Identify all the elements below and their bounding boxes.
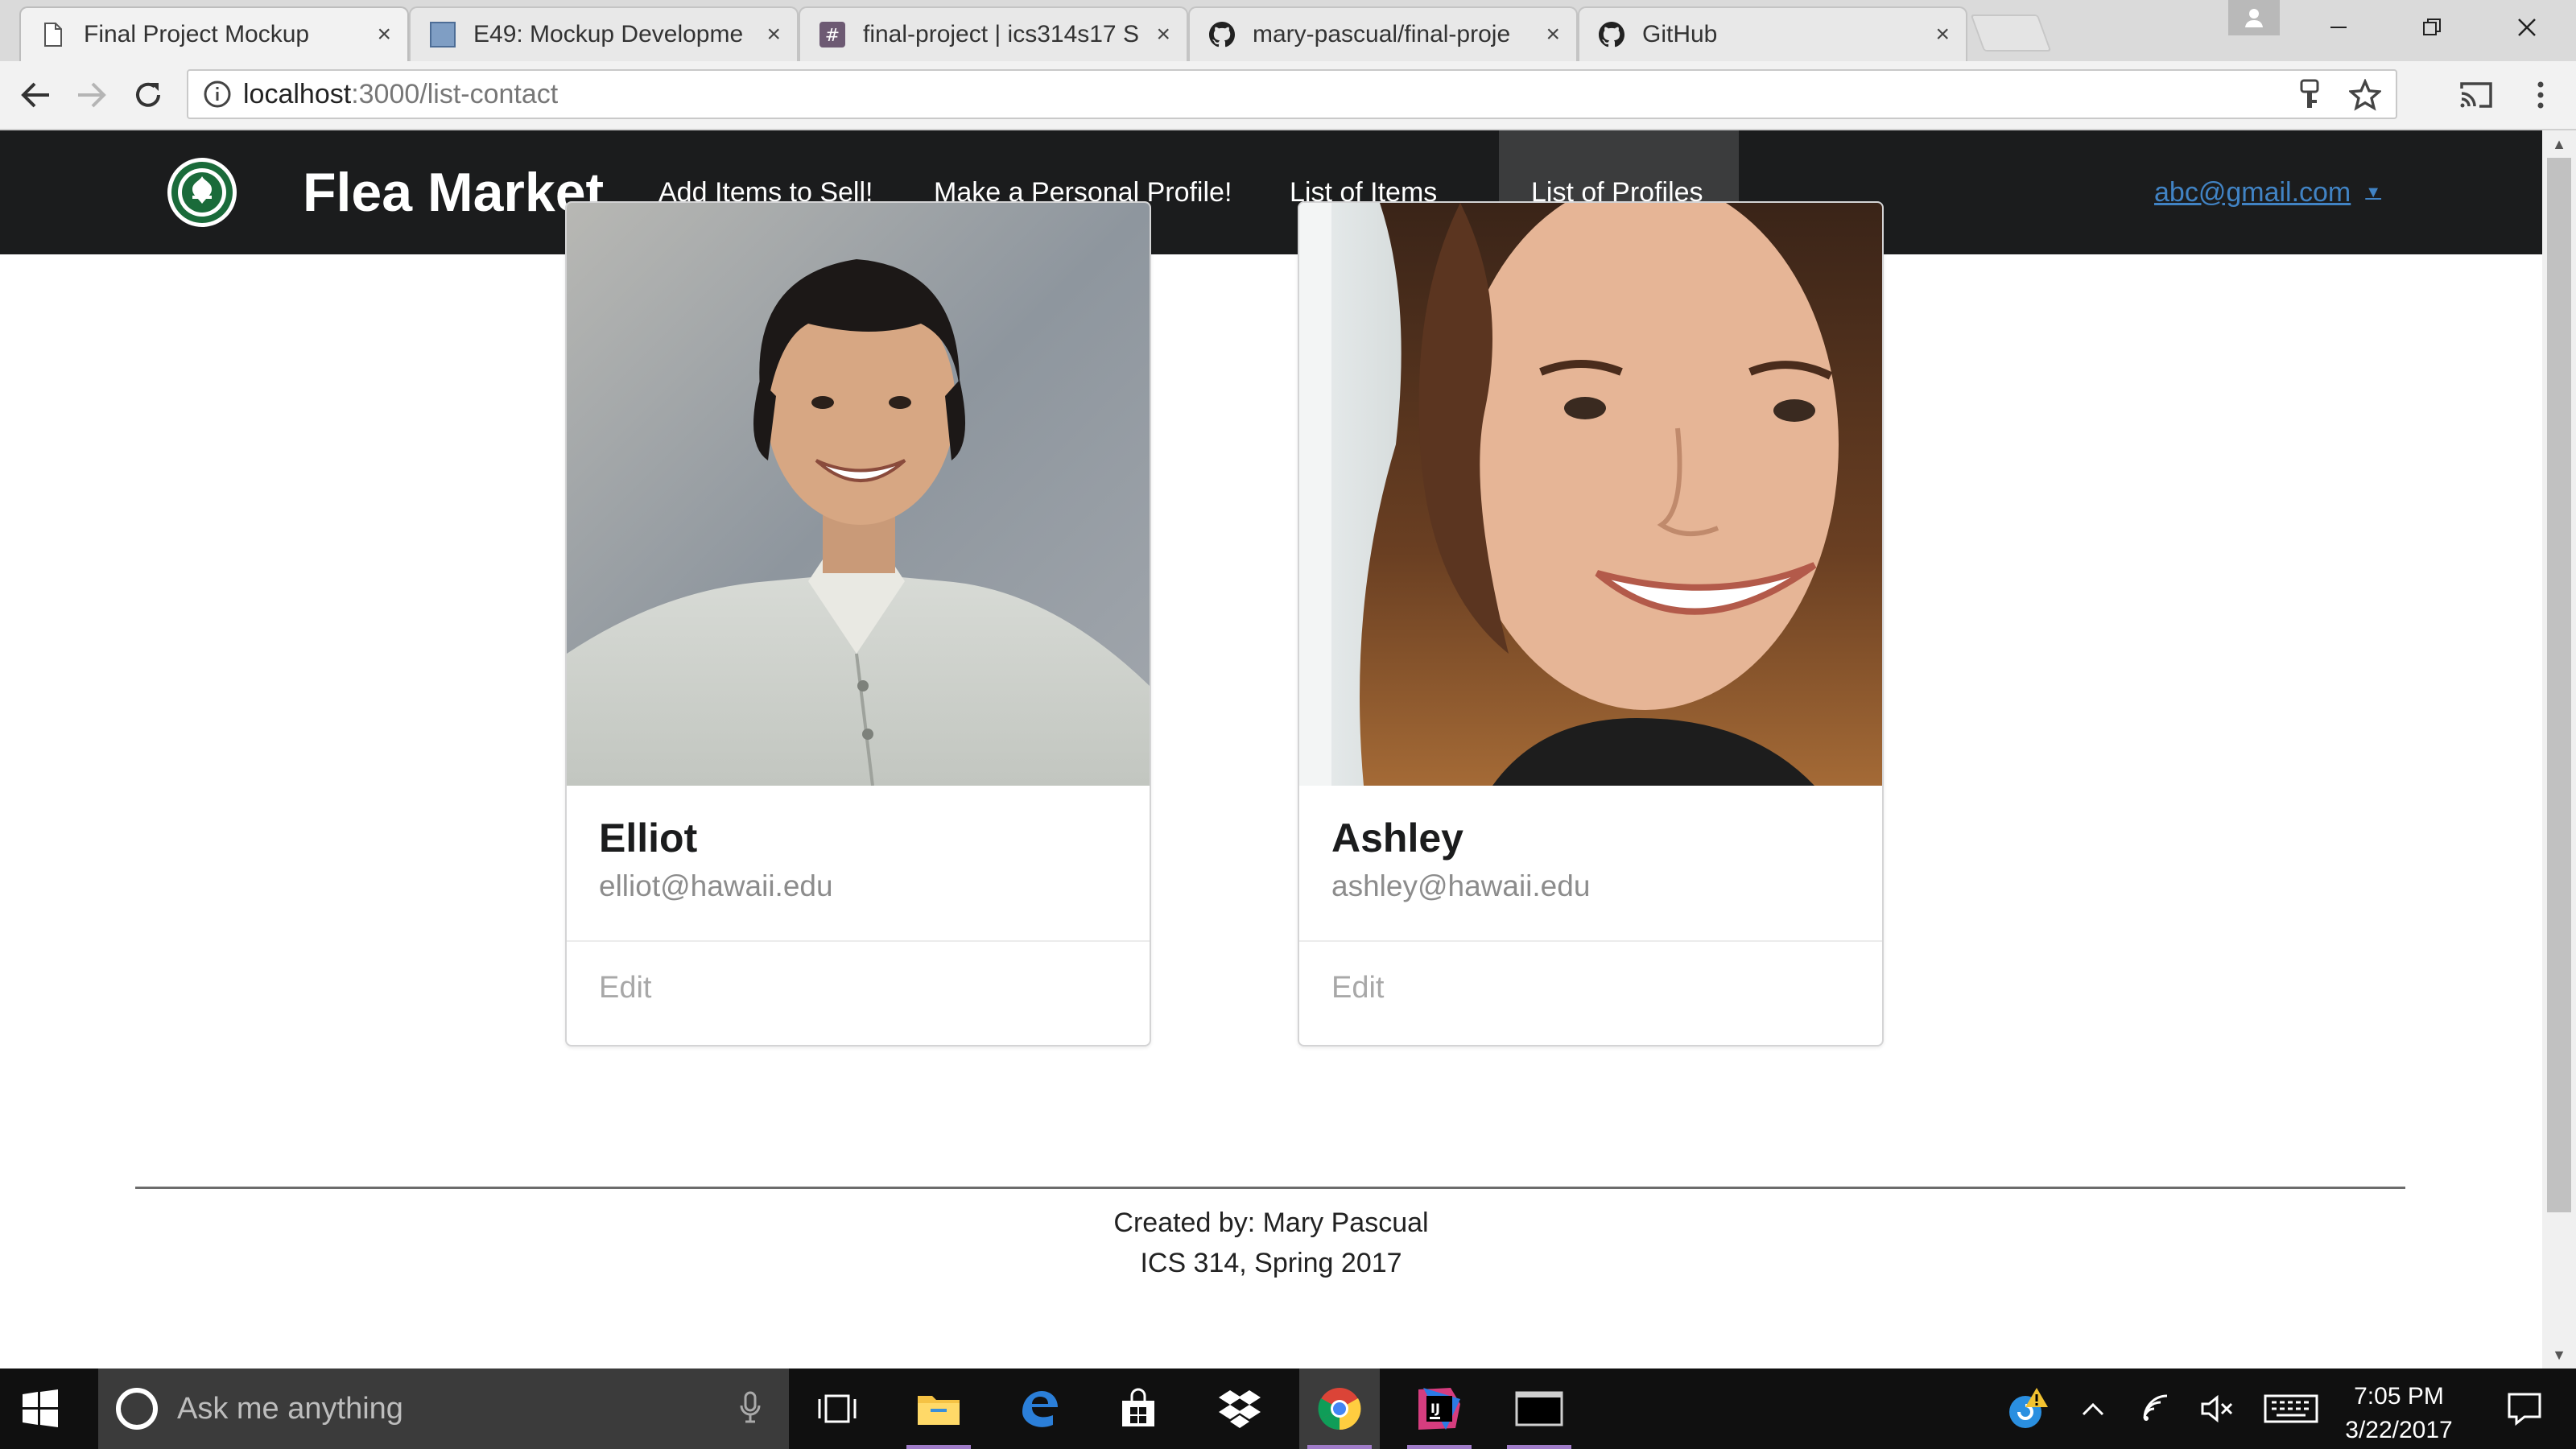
windows-taskbar: Ask me anything IJ 7:05 PM 3/22/2017 bbox=[0, 1368, 2576, 1449]
tab-github-repo[interactable]: mary-pascual/final-proje × bbox=[1188, 6, 1578, 61]
svg-text:IJ: IJ bbox=[1430, 1401, 1440, 1416]
tab-title: GitHub bbox=[1642, 21, 1718, 47]
close-tab-icon[interactable]: × bbox=[1935, 21, 1950, 48]
microphone-icon[interactable] bbox=[739, 1391, 762, 1427]
file-explorer-icon[interactable] bbox=[898, 1368, 979, 1449]
reload-icon[interactable] bbox=[126, 72, 171, 118]
chrome-icon[interactable] bbox=[1299, 1368, 1380, 1449]
bookmark-star-icon[interactable] bbox=[2347, 78, 2383, 115]
scroll-up-icon[interactable]: ▲ bbox=[2542, 132, 2576, 156]
github-icon bbox=[1209, 22, 1235, 47]
tab-final-project-slack[interactable]: # final-project | ics314s17 S × bbox=[799, 6, 1188, 61]
wifi-icon[interactable] bbox=[2133, 1368, 2182, 1449]
key-icon[interactable] bbox=[2297, 79, 2322, 115]
tab-title: Final Project Mockup bbox=[84, 21, 310, 47]
tab-e49-mockup[interactable]: E49: Mockup Developme × bbox=[409, 6, 799, 61]
edit-link[interactable]: Edit bbox=[567, 942, 1150, 1034]
dropbox-icon[interactable] bbox=[1199, 1368, 1280, 1449]
running-indicator bbox=[1407, 1445, 1472, 1449]
info-icon[interactable] bbox=[203, 80, 232, 109]
tab-title: E49: Mockup Developme bbox=[473, 21, 744, 47]
system-clock[interactable]: 7:05 PM 3/22/2017 bbox=[2318, 1380, 2479, 1447]
action-center-icon[interactable] bbox=[2484, 1368, 2565, 1449]
user-email: abc@gmail.com bbox=[2154, 176, 2351, 208]
minimize-icon[interactable] bbox=[2302, 5, 2375, 50]
url-text: localhost:3000/list-contact bbox=[243, 78, 559, 109]
running-indicator bbox=[906, 1445, 971, 1449]
profile-card: Elliot elliot@hawaii.edu Edit bbox=[565, 201, 1151, 1046]
scroll-down-icon[interactable]: ▼ bbox=[2542, 1343, 2576, 1367]
address-bar[interactable]: localhost:3000/list-contact bbox=[187, 69, 2397, 119]
profile-card-content: Ashley ashley@hawaii.edu bbox=[1299, 786, 1882, 942]
running-indicator bbox=[1307, 1445, 1372, 1449]
store-icon[interactable] bbox=[1098, 1368, 1179, 1449]
dropdown-caret-icon: ▼ bbox=[2365, 183, 2382, 201]
profile-email: ashley@hawaii.edu bbox=[1331, 869, 1591, 902]
page-scrollbar[interactable]: ▲ ▼ bbox=[2542, 130, 2576, 1368]
edit-link[interactable]: Edit bbox=[1299, 942, 1882, 1034]
page-footer: Created by: Mary Pascual ICS 314, Spring… bbox=[0, 1203, 2542, 1283]
volume-muted-icon[interactable] bbox=[2193, 1368, 2241, 1449]
cortana-search[interactable]: Ask me anything bbox=[98, 1368, 789, 1449]
site-icon bbox=[430, 22, 456, 47]
running-indicator bbox=[1507, 1445, 1571, 1449]
tab-github[interactable]: GitHub × bbox=[1578, 6, 1967, 61]
profile-name: Ashley bbox=[1331, 815, 1463, 861]
clock-time: 7:05 PM bbox=[2354, 1383, 2444, 1410]
tab-title: mary-pascual/final-proje bbox=[1253, 21, 1511, 47]
restore-icon[interactable] bbox=[2396, 5, 2468, 50]
touch-keyboard-icon[interactable] bbox=[2260, 1368, 2322, 1449]
forward-icon[interactable] bbox=[69, 72, 114, 118]
footer-credit: Created by: Mary Pascual bbox=[1113, 1208, 1429, 1238]
close-tab-icon[interactable]: × bbox=[766, 21, 781, 48]
svg-text:#: # bbox=[825, 26, 840, 46]
cortana-icon bbox=[116, 1388, 158, 1430]
close-window-icon[interactable] bbox=[2491, 5, 2563, 50]
close-tab-icon[interactable]: × bbox=[1546, 21, 1560, 48]
profile-card: Ashley ashley@hawaii.edu Edit bbox=[1298, 201, 1884, 1046]
tab-title: final-project | ics314s17 S bbox=[863, 21, 1139, 47]
slack-icon: # bbox=[819, 22, 845, 47]
university-seal-logo[interactable] bbox=[167, 158, 237, 227]
intellij-icon[interactable]: IJ bbox=[1399, 1368, 1480, 1449]
back-icon[interactable] bbox=[13, 72, 58, 118]
terminal-icon[interactable] bbox=[1499, 1368, 1579, 1449]
profile-icon[interactable] bbox=[2228, 0, 2280, 35]
browser-tab-strip: Final Project Mockup × E49: Mockup Devel… bbox=[0, 0, 2576, 61]
search-placeholder: Ask me anything bbox=[177, 1391, 403, 1426]
site-brand[interactable]: Flea Market bbox=[303, 130, 604, 254]
user-menu[interactable]: abc@gmail.com ▼ bbox=[2154, 130, 2381, 254]
browser-toolbar: localhost:3000/list-contact bbox=[0, 61, 2576, 130]
page-icon bbox=[40, 22, 66, 47]
close-tab-icon[interactable]: × bbox=[377, 21, 391, 48]
close-tab-icon[interactable]: × bbox=[1156, 21, 1170, 48]
footer-divider bbox=[135, 1187, 2405, 1189]
edge-browser-icon[interactable] bbox=[998, 1368, 1079, 1449]
profile-card-content: Elliot elliot@hawaii.edu bbox=[567, 786, 1150, 942]
site-navbar: Flea Market Add Items to Sell! Make a Pe… bbox=[0, 130, 2542, 254]
profile-name: Elliot bbox=[599, 815, 698, 861]
task-view-icon[interactable] bbox=[797, 1368, 877, 1449]
show-hidden-icons-chevron-up-icon[interactable] bbox=[2069, 1368, 2117, 1449]
new-tab-button[interactable] bbox=[1970, 14, 2052, 52]
page-viewport: Flea Market Add Items to Sell! Make a Pe… bbox=[0, 130, 2542, 1368]
update-warning-icon[interactable] bbox=[1996, 1368, 2061, 1449]
cast-icon[interactable] bbox=[2452, 72, 2500, 118]
tab-final-project-mockup[interactable]: Final Project Mockup × bbox=[19, 6, 409, 61]
profile-photo bbox=[567, 203, 1150, 786]
clock-date: 3/22/2017 bbox=[2345, 1417, 2453, 1443]
github-icon bbox=[1599, 22, 1624, 47]
scrollbar-thumb[interactable] bbox=[2547, 158, 2571, 1212]
footer-course: ICS 314, Spring 2017 bbox=[1140, 1248, 1402, 1278]
windows-start-icon[interactable] bbox=[18, 1386, 63, 1431]
profile-email: elliot@hawaii.edu bbox=[599, 869, 833, 902]
profile-photo bbox=[1299, 203, 1882, 786]
menu-icon[interactable] bbox=[2518, 72, 2563, 118]
